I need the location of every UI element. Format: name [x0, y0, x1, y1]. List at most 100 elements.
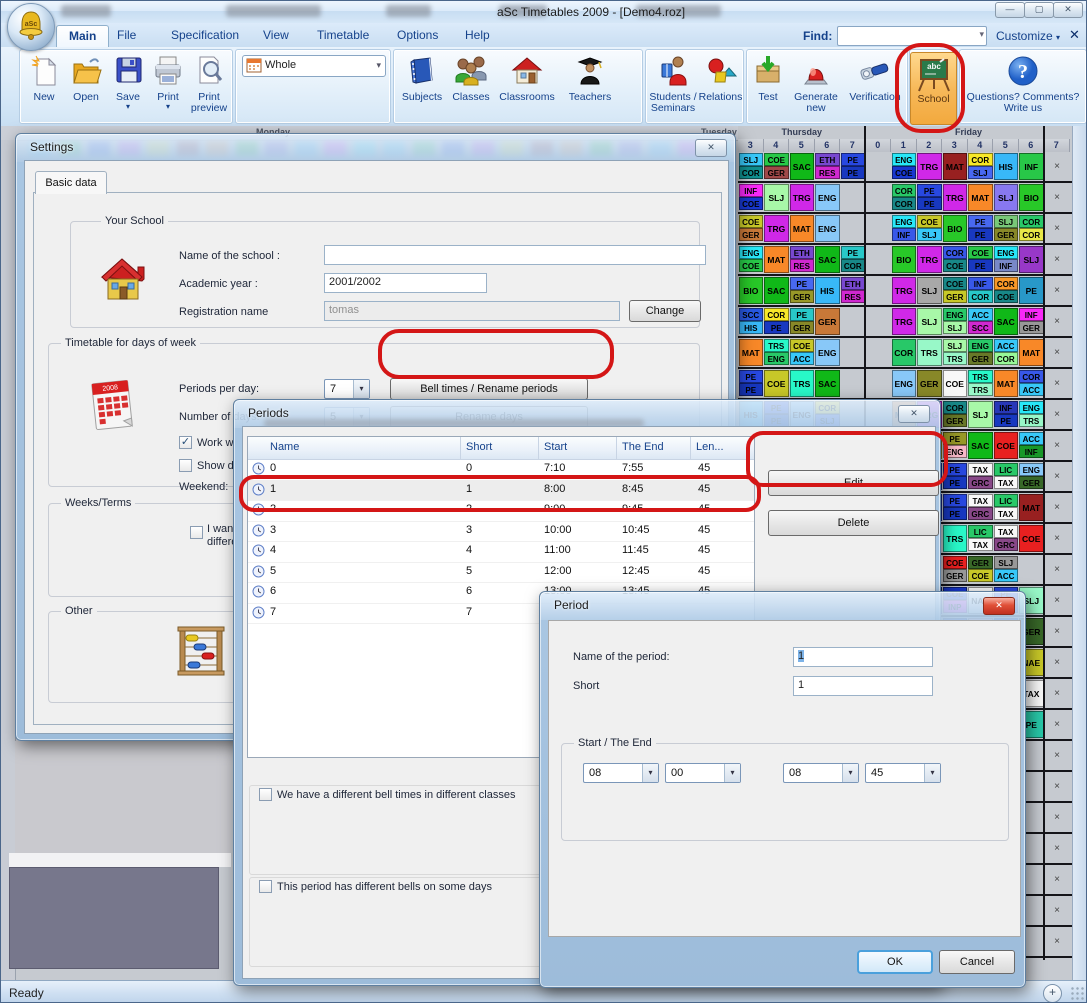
remove-lesson-icon[interactable]: ×: [1044, 556, 1070, 583]
timetable-cell[interactable]: COE: [943, 370, 968, 397]
remove-lesson-icon[interactable]: ×: [1044, 308, 1070, 335]
remove-lesson-icon[interactable]: ×: [1044, 370, 1070, 397]
tab-basic-data[interactable]: Basic data: [35, 171, 107, 194]
remove-lesson-icon[interactable]: ×: [1044, 587, 1070, 614]
timetable-cell[interactable]: ENGSLJ: [943, 308, 968, 335]
remove-lesson-icon[interactable]: ×: [1044, 680, 1070, 707]
timetable-cell[interactable]: ETHRES: [815, 153, 840, 180]
timetable-cell[interactable]: TRS: [917, 339, 942, 366]
tab-specification[interactable]: Specification: [159, 25, 251, 46]
students-seminars-button[interactable]: Students / Seminars: [646, 54, 700, 114]
academic-year-input[interactable]: 2001/2002: [324, 273, 487, 293]
timetable-cell[interactable]: PEENG: [943, 432, 968, 459]
timetable-cell[interactable]: TRG: [892, 308, 917, 335]
print-button[interactable]: Print ▾: [148, 54, 188, 111]
timetable-cell[interactable]: TRSENG: [764, 339, 789, 366]
timetable-cell[interactable]: ENGGER: [968, 339, 993, 366]
remove-lesson-icon[interactable]: ×: [1044, 742, 1070, 769]
timetable-cell[interactable]: TAXGRC: [968, 463, 993, 490]
timetable-cell[interactable]: BIO: [892, 246, 917, 273]
show-day-checkbox[interactable]: [179, 459, 192, 472]
timetable-cell[interactable]: COEPE: [968, 246, 993, 273]
remove-lesson-icon[interactable]: ×: [1044, 711, 1070, 738]
timetable-cell[interactable]: INFCOE: [739, 184, 764, 211]
test-button[interactable]: Test: [749, 54, 787, 103]
timetable-cell[interactable]: PEPE: [943, 494, 968, 521]
period-row[interactable]: 007:107:5545: [248, 459, 754, 481]
timetable-cell[interactable]: INFPE: [994, 401, 1019, 428]
resize-grip[interactable]: [1071, 987, 1085, 1001]
print-preview-button[interactable]: Print preview: [186, 54, 232, 114]
timetable-cell[interactable]: GER: [917, 370, 942, 397]
verification-button[interactable]: Verification: [845, 54, 905, 103]
close-icon[interactable]: ✕: [983, 597, 1015, 615]
remove-lesson-icon[interactable]: ×: [1044, 618, 1070, 645]
delete-button[interactable]: Delete: [768, 510, 939, 536]
timetable-cell[interactable]: ENGINF: [892, 215, 917, 242]
col-name[interactable]: Name: [270, 441, 299, 453]
timetable-cell[interactable]: SLJTRS: [943, 339, 968, 366]
questions-button[interactable]: ? Questions? Comments? Write us: [960, 54, 1086, 114]
end-hour-combo[interactable]: 08▾: [783, 763, 859, 783]
remove-lesson-icon[interactable]: ×: [1044, 897, 1070, 924]
period-name-input[interactable]: 1: [793, 647, 933, 667]
timetable-cell[interactable]: CORCOR: [892, 184, 917, 211]
close-icon[interactable]: ✕: [695, 139, 727, 157]
tab-file[interactable]: File: [105, 25, 148, 46]
timetable-cell[interactable]: SLJ: [1019, 246, 1044, 273]
remove-lesson-icon[interactable]: ×: [1044, 928, 1070, 955]
timetable-cell[interactable]: TAXGRC: [968, 494, 993, 521]
remove-lesson-icon[interactable]: ×: [1044, 773, 1070, 800]
timetable-cell[interactable]: ETHRES: [790, 246, 815, 273]
generate-new-button[interactable]: Generate new: [787, 54, 845, 114]
tab-view[interactable]: View: [251, 25, 301, 46]
period-row[interactable]: 118:008:4545: [248, 480, 754, 502]
timetable-cell[interactable]: SAC: [994, 308, 1019, 335]
timetable-cell[interactable]: COEGER: [943, 277, 968, 304]
school-button[interactable]: abc School: [910, 52, 957, 125]
remove-lesson-icon[interactable]: ×: [1044, 866, 1070, 893]
col-short[interactable]: Short: [466, 441, 492, 453]
timetable-cell[interactable]: ENGINF: [994, 246, 1019, 273]
ok-button[interactable]: OK: [857, 950, 933, 974]
chevron-down-icon[interactable]: ▾: [979, 29, 984, 40]
timetable-cell[interactable]: TRG: [790, 184, 815, 211]
timetable-cell[interactable]: COESLJ: [917, 215, 942, 242]
timetable-cell[interactable]: CORCOR: [1019, 215, 1044, 242]
edit-button[interactable]: Edit: [768, 470, 939, 496]
timetable-cell[interactable]: TRSTRS: [968, 370, 993, 397]
relations-button[interactable]: Relations: [698, 54, 743, 103]
timetable-cell[interactable]: SAC: [815, 370, 840, 397]
timetable-cell[interactable]: INFCOR: [968, 277, 993, 304]
remove-lesson-icon[interactable]: ×: [1044, 401, 1070, 428]
timetable-cell[interactable]: BIO: [943, 215, 968, 242]
teachers-button[interactable]: Teachers: [562, 54, 618, 103]
timetable-cell[interactable]: PEPE: [943, 463, 968, 490]
timetable-cell[interactable]: ACCCOR: [994, 339, 1019, 366]
cancel-button[interactable]: Cancel: [939, 950, 1015, 974]
timetable-cell[interactable]: PEPE: [841, 153, 866, 180]
different-bells-classes-checkbox[interactable]: [259, 788, 272, 801]
remove-lesson-icon[interactable]: ×: [1044, 246, 1070, 273]
col-end[interactable]: The End: [622, 441, 664, 453]
remove-lesson-icon[interactable]: ×: [1044, 525, 1070, 552]
timetable-cell[interactable]: GERCOE: [968, 556, 993, 583]
remove-lesson-icon[interactable]: ×: [1044, 463, 1070, 490]
timetable-cell[interactable]: BIO: [1019, 184, 1044, 211]
timetable-cell[interactable]: ENG: [815, 184, 840, 211]
timetable-cell[interactable]: MAT: [790, 215, 815, 242]
close-icon[interactable]: ✕: [898, 405, 930, 423]
timetable-cell[interactable]: HIS: [994, 153, 1019, 180]
period-row[interactable]: 4411:0011:4545: [248, 541, 754, 563]
timetable-cell[interactable]: TRG: [943, 184, 968, 211]
timetable-cell[interactable]: SLJGER: [994, 215, 1019, 242]
timetable-cell[interactable]: SLJ: [994, 184, 1019, 211]
tab-help[interactable]: Help: [453, 25, 502, 46]
new-button[interactable]: New: [24, 54, 64, 103]
remove-lesson-icon[interactable]: ×: [1044, 835, 1070, 862]
timetable-cell[interactable]: MAT: [1019, 339, 1044, 366]
timetable-cell[interactable]: CORPE: [764, 308, 789, 335]
remove-lesson-icon[interactable]: ×: [1044, 804, 1070, 831]
timetable-cell[interactable]: SLJ: [917, 308, 942, 335]
start-hour-combo[interactable]: 08▾: [583, 763, 659, 783]
